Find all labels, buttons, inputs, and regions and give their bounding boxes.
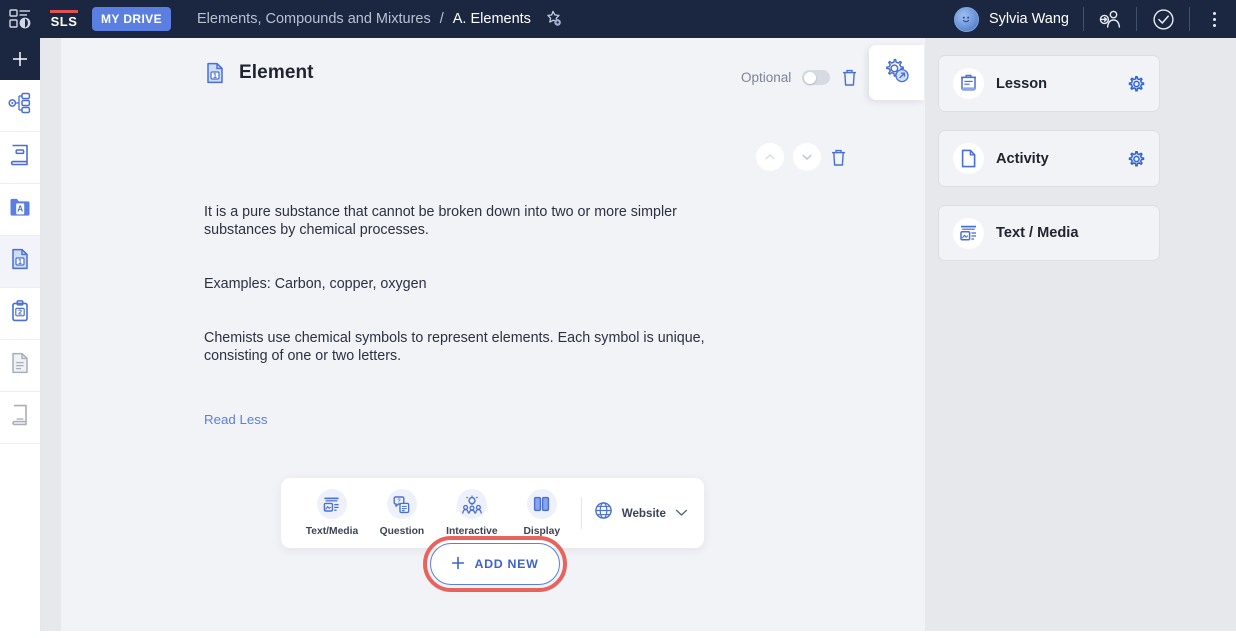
- page-one-icon: 1: [10, 247, 30, 276]
- breadcrumb: Elements, Compounds and Mixtures / A. El…: [197, 9, 564, 29]
- clipboard-two-icon: 2: [10, 299, 30, 328]
- svg-text:A: A: [17, 205, 23, 214]
- rail-item-document[interactable]: [0, 340, 40, 392]
- panel-card-lesson[interactable]: Lesson: [938, 55, 1160, 112]
- sls-logo[interactable]: SLS: [50, 10, 78, 28]
- svg-text:1: 1: [18, 259, 22, 266]
- svg-text:1: 1: [213, 73, 217, 80]
- top-bar: SLS MY DRIVE Elements, Compounds and Mix…: [0, 0, 1236, 38]
- content-area: 1 Element Optional It is a pure substanc…: [61, 38, 925, 638]
- right-panel: Lesson Activity Text / Media: [938, 55, 1160, 279]
- breadcrumb-separator: /: [439, 11, 444, 27]
- panel-card-text-media[interactable]: Text / Media: [938, 205, 1160, 261]
- breadcrumb-parent[interactable]: Elements, Compounds and Mixtures: [197, 11, 431, 27]
- lesson-clipboard-icon: [953, 68, 984, 99]
- chevron-down-icon: [675, 504, 688, 522]
- question-bubble-icon: ?: [386, 489, 417, 519]
- card-settings-button[interactable]: [869, 45, 924, 100]
- move-down-button[interactable]: [793, 143, 821, 171]
- rail-item-settings-tree[interactable]: [0, 80, 40, 132]
- paragraph-3: Chemists use chemical symbols to represe…: [204, 330, 705, 364]
- row-controls: [756, 143, 847, 171]
- rail-item-book[interactable]: [0, 392, 40, 444]
- divider: [1136, 7, 1137, 31]
- rail-add-button[interactable]: [0, 38, 40, 80]
- panel-card-label: Lesson: [996, 75, 1048, 92]
- check-circle-icon[interactable]: [1151, 7, 1175, 31]
- paragraph-1: It is a pure substance that cannot be br…: [204, 204, 677, 238]
- avatar[interactable]: [953, 6, 979, 32]
- panel-card-label: Activity: [996, 150, 1049, 167]
- logo-text: SLS: [50, 14, 78, 29]
- breadcrumb-current[interactable]: A. Elements: [453, 11, 531, 27]
- gear-tree-icon: [8, 92, 32, 119]
- read-less-link[interactable]: Read Less: [204, 412, 268, 427]
- divider: [1083, 7, 1084, 31]
- tool-label: Display: [523, 526, 561, 537]
- left-rail: A 1 2: [0, 38, 41, 638]
- rail-item-page-1[interactable]: 1: [0, 236, 40, 288]
- lesson-body-text: It is a pure substance that cannot be br…: [204, 203, 749, 365]
- add-new-wrapper: ADD NEW: [423, 536, 567, 592]
- kebab-more-icon[interactable]: [1204, 11, 1224, 27]
- card-header-actions: Optional: [741, 68, 858, 87]
- tool-label: Question: [379, 526, 425, 537]
- delete-row-button[interactable]: [830, 148, 847, 167]
- page-one-icon: 1: [204, 61, 226, 85]
- my-drive-button[interactable]: MY DRIVE: [92, 7, 171, 31]
- rail-item-clipboard-2[interactable]: 2: [0, 288, 40, 340]
- rail-item-folder-a[interactable]: A: [0, 184, 40, 236]
- folder-a-icon: A: [8, 196, 32, 223]
- star-gear-icon[interactable]: [544, 9, 564, 29]
- tool-label: Text/Media: [305, 526, 359, 537]
- toggle-knob: [803, 71, 816, 84]
- text-media-icon: [316, 489, 347, 519]
- book-icon: [10, 403, 30, 432]
- left-gutter: [41, 38, 61, 638]
- divider: [1189, 7, 1190, 31]
- add-content-toolbar: Text/Media ? Question Interactive Displa…: [281, 478, 704, 548]
- tool-label: Interactive: [446, 526, 498, 537]
- move-up-button[interactable]: [756, 143, 784, 171]
- optional-toggle[interactable]: [802, 70, 831, 85]
- notebook-icon: [9, 143, 31, 172]
- share-person-icon[interactable]: [1098, 7, 1122, 31]
- gear-icon[interactable]: [1128, 75, 1145, 92]
- user-name[interactable]: Sylvia Wang: [989, 11, 1069, 27]
- rail-item-notebook[interactable]: [0, 132, 40, 184]
- globe-icon: [594, 501, 613, 525]
- gear-icon[interactable]: [1128, 150, 1145, 167]
- logo-bar: [50, 10, 78, 13]
- topbar-right: Sylvia Wang: [953, 0, 1236, 38]
- tool-display[interactable]: Display: [507, 489, 577, 537]
- card-header: 1 Element: [204, 61, 314, 85]
- app-menu-icon[interactable]: [0, 0, 42, 38]
- gear-expand-icon: [883, 57, 910, 89]
- page-title: Element: [239, 62, 314, 83]
- tool-text-media[interactable]: Text/Media: [297, 489, 367, 537]
- document-lines-icon: [10, 351, 30, 380]
- tool-question[interactable]: ? Question: [367, 489, 437, 537]
- delete-card-button[interactable]: [841, 68, 858, 87]
- display-columns-icon: [526, 489, 557, 519]
- svg-text:2: 2: [18, 308, 22, 317]
- add-new-label: ADD NEW: [474, 557, 539, 571]
- activity-page-icon: [953, 143, 984, 174]
- add-new-button[interactable]: ADD NEW: [430, 543, 560, 585]
- website-dropdown[interactable]: Website: [594, 501, 688, 525]
- text-media-icon: [953, 217, 984, 249]
- toolbar-divider: [580, 497, 582, 529]
- optional-label: Optional: [741, 70, 792, 85]
- panel-card-activity[interactable]: Activity: [938, 130, 1160, 187]
- tool-interactive[interactable]: Interactive: [437, 489, 507, 537]
- paragraph-2: Examples: Carbon, copper, oxygen: [204, 276, 427, 292]
- panel-card-label: Text / Media: [996, 225, 1079, 241]
- plus-icon: [451, 556, 465, 573]
- interactive-people-icon: [456, 489, 487, 519]
- website-label: Website: [621, 506, 666, 520]
- bottom-strip: [0, 631, 1236, 638]
- app-root: SLS MY DRIVE Elements, Compounds and Mix…: [0, 0, 1236, 638]
